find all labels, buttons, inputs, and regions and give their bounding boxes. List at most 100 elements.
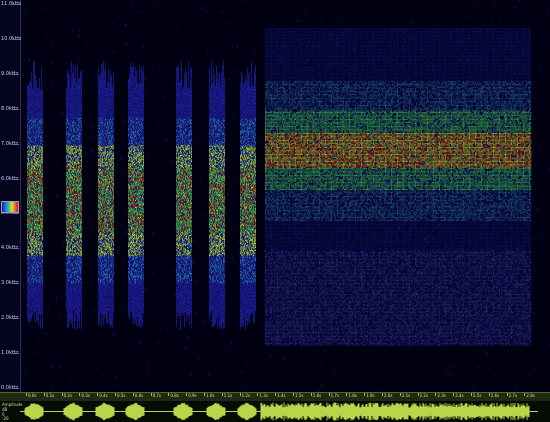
burst-pixel: [33, 289, 34, 290]
burst-pixel: [29, 136, 30, 137]
burst-pixel: [27, 195, 28, 196]
burst-pixel: [41, 246, 42, 247]
noise-pixel: [145, 287, 146, 290]
burst-pixel: [38, 207, 39, 208]
noise-pixel: [223, 1, 224, 2]
burst-pixel: [39, 222, 40, 223]
burst-pixel: [42, 261, 43, 262]
burst-pixel: [38, 206, 39, 207]
burst-pixel: [31, 85, 32, 86]
burst-pixel: [28, 87, 29, 88]
burst-pixel: [67, 261, 68, 262]
burst-pixel: [32, 172, 33, 173]
burst-pixel: [35, 165, 36, 166]
burst-pixel: [38, 269, 39, 270]
burst-pixel: [35, 137, 36, 138]
burst-pixel: [35, 281, 36, 282]
burst-pixel: [30, 82, 31, 83]
burst-pixel: [28, 241, 29, 242]
noise-pixel: [334, 372, 335, 374]
noise-pixel: [126, 207, 127, 209]
burst-pixel: [29, 166, 30, 167]
burst-pixel: [67, 299, 68, 300]
burst-pixel: [68, 119, 69, 120]
burst-pixel: [40, 92, 41, 93]
burst-pixel: [68, 164, 69, 165]
burst-pixel: [41, 113, 42, 114]
burst-pixel: [36, 187, 37, 188]
burst-pixel: [67, 250, 68, 251]
burst-pixel: [32, 225, 33, 226]
noise-pixel: [133, 37, 134, 38]
noise-pixel: [92, 125, 93, 127]
burst-pixel: [31, 288, 32, 289]
burst-pixel: [30, 222, 31, 223]
burst-pixel: [30, 219, 31, 220]
burst-pixel: [40, 316, 41, 317]
burst-pixel: [28, 98, 29, 99]
burst-pixel: [32, 209, 33, 210]
burst-pixel: [67, 71, 68, 72]
burst-pixel: [29, 237, 30, 238]
burst-pixel: [29, 135, 30, 136]
burst-pixel: [36, 253, 37, 254]
burst-pixel: [38, 142, 39, 143]
burst-pixel: [66, 239, 67, 240]
burst-pixel: [66, 262, 67, 263]
burst-pixel: [35, 270, 36, 271]
burst-pixel: [67, 100, 68, 101]
burst-pixel: [27, 122, 28, 123]
burst-pixel: [31, 204, 32, 205]
noise-pixel: [198, 357, 199, 359]
burst-pixel: [36, 98, 37, 99]
burst-pixel: [30, 320, 31, 321]
burst-pixel: [37, 186, 38, 187]
burst-pixel: [35, 229, 36, 230]
burst-pixel: [66, 238, 67, 239]
burst-pixel: [66, 169, 67, 170]
spectrogram-panel[interactable]: [21, 0, 550, 392]
burst-pixel: [33, 100, 34, 101]
burst-pixel: [37, 168, 38, 169]
burst-pixel: [31, 141, 32, 142]
burst-pixel: [35, 238, 36, 239]
burst-pixel: [40, 126, 41, 127]
burst-pixel: [32, 123, 33, 124]
burst-pixel: [32, 134, 33, 135]
burst-pixel: [39, 121, 40, 122]
burst-pixel: [66, 144, 67, 145]
burst-pixel: [31, 268, 32, 269]
noise-pixel: [168, 137, 169, 138]
burst-pixel: [32, 292, 33, 293]
burst-pixel: [66, 131, 67, 132]
noise-pixel: [51, 41, 52, 44]
burst-pixel: [33, 114, 34, 115]
burst-pixel: [30, 147, 31, 148]
burst-pixel: [33, 80, 34, 81]
frequency-tick: [13, 74, 19, 75]
burst-pixel: [34, 202, 35, 203]
burst-pixel: [31, 238, 32, 239]
burst-pixel: [40, 300, 41, 301]
burst-pixel: [40, 267, 41, 268]
noise-pixel: [197, 139, 198, 140]
burst-pixel: [67, 246, 68, 247]
noise-pixel: [131, 379, 132, 380]
burst-pixel: [33, 173, 34, 174]
burst-pixel: [40, 221, 41, 222]
noise-pixel: [232, 45, 233, 48]
frequency-tick: [13, 144, 19, 145]
burst-pixel: [41, 195, 42, 196]
burst-pixel: [33, 125, 34, 126]
burst-pixel: [41, 236, 42, 237]
burst-pixel: [32, 314, 33, 315]
burst-pixel: [33, 73, 34, 74]
burst-pixel: [37, 176, 38, 177]
burst-pixel: [40, 259, 41, 260]
burst-pixel: [30, 176, 31, 177]
burst-pixel: [31, 243, 32, 244]
burst-pixel: [31, 179, 32, 180]
burst-pixel: [28, 280, 29, 281]
burst-pixel: [37, 241, 38, 242]
burst-pixel: [42, 135, 43, 136]
